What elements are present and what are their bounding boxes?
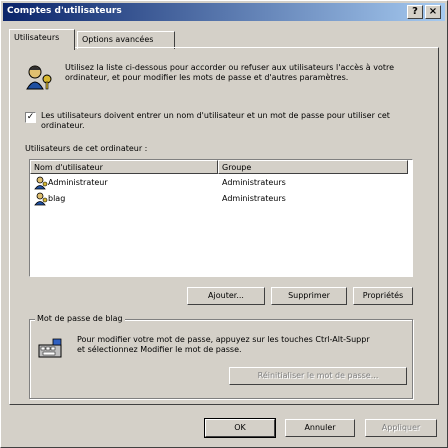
title-bar[interactable]: Comptes d'utilisateurs ? × bbox=[3, 3, 445, 21]
require-password-checkbox[interactable]: ✓ bbox=[25, 112, 36, 123]
password-instructions-text: Pour modifier votre mot de passe, appuye… bbox=[77, 335, 370, 354]
column-header-username[interactable]: Nom d'utilisateur bbox=[30, 160, 218, 174]
row-group: Administrateurs bbox=[222, 178, 286, 187]
password-groupbox bbox=[29, 319, 413, 399]
user-icon bbox=[34, 192, 48, 208]
window-title: Comptes d'utilisateurs bbox=[7, 6, 122, 16]
tab-users-label: Utilisateurs bbox=[14, 33, 60, 42]
cancel-button[interactable]: Annuler bbox=[285, 419, 355, 437]
properties-button[interactable]: Propriétés bbox=[353, 287, 413, 305]
table-row[interactable]: Administrateur Administrateurs bbox=[32, 176, 410, 190]
apply-button[interactable]: Appliquer bbox=[365, 419, 437, 437]
help-button[interactable]: ? bbox=[407, 5, 423, 19]
row-username: Administrateur bbox=[48, 178, 108, 187]
row-group: Administrateurs bbox=[222, 194, 286, 203]
tab-advanced-options-label: Options avancées bbox=[82, 35, 154, 44]
users-list-label: Utilisateurs de cet ordinateur : bbox=[25, 144, 148, 153]
table-row[interactable]: blag Administrateurs bbox=[32, 192, 410, 206]
intro-text: Utilisez la liste ci-dessous pour accord… bbox=[65, 63, 395, 82]
users-list[interactable]: Nom d'utilisateur Groupe Administrateur … bbox=[29, 159, 413, 277]
keyboard-password-icon bbox=[37, 337, 63, 361]
users-keys-icon bbox=[25, 63, 55, 91]
row-username: blag bbox=[48, 194, 66, 203]
close-button[interactable]: × bbox=[425, 5, 441, 19]
tab-users[interactable]: Utilisateurs bbox=[9, 29, 75, 50]
checkmark-icon: ✓ bbox=[26, 112, 35, 122]
user-accounts-window: Comptes d'utilisateurs ? × Utilisateurs … bbox=[0, 0, 448, 448]
require-password-label: Les utilisateurs doivent entrer un nom d… bbox=[41, 111, 390, 130]
remove-user-button[interactable]: Supprimer bbox=[271, 287, 347, 305]
add-user-button[interactable]: Ajouter... bbox=[187, 287, 265, 305]
user-icon bbox=[34, 176, 48, 192]
reset-password-button[interactable]: Réinitialiser le mot de passe... bbox=[229, 367, 407, 385]
column-header-group[interactable]: Groupe bbox=[218, 160, 408, 174]
password-group-label: Mot de passe de blag bbox=[35, 314, 125, 323]
ok-button[interactable]: OK bbox=[204, 418, 276, 438]
